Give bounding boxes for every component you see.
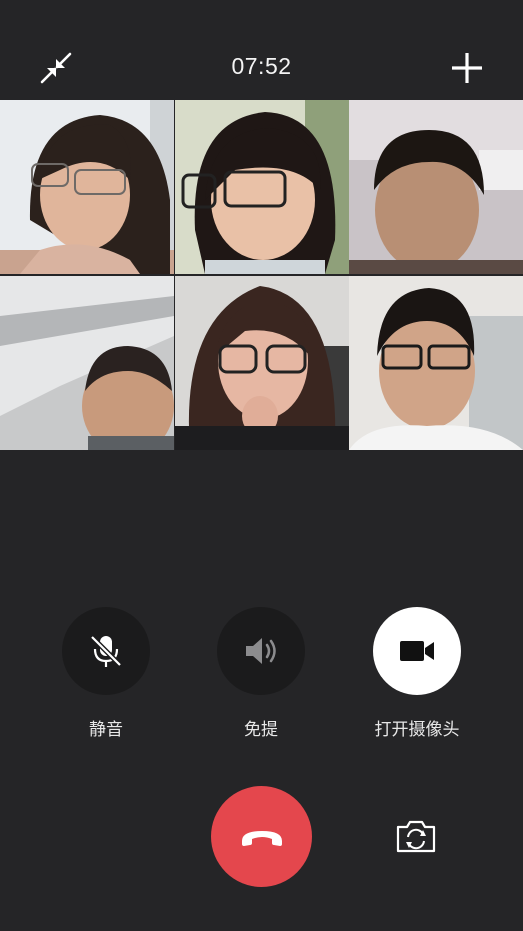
video-tile-participant-6[interactable] [349, 276, 523, 450]
participant-video-5 [175, 276, 349, 450]
participant-video-6 [349, 276, 523, 450]
video-tile-participant-2[interactable] [175, 100, 349, 274]
video-grid [0, 100, 523, 450]
mute-button[interactable] [62, 607, 150, 695]
camera-label: 打开摄像头 [374, 720, 460, 739]
participant-video-3 [349, 100, 523, 274]
speaker-control: 免提 [216, 607, 306, 740]
phone-hangup-icon [241, 830, 282, 846]
mute-label: 静音 [89, 720, 123, 739]
video-tile-participant-1[interactable] [0, 100, 174, 274]
camera-control: 打开摄像头 [372, 607, 462, 740]
speaker-button[interactable] [217, 607, 305, 695]
video-camera-icon [400, 641, 434, 661]
video-tile-participant-3[interactable] [349, 100, 523, 274]
video-tile-participant-4[interactable] [0, 276, 174, 450]
switch-camera-button[interactable] [395, 817, 437, 855]
participant-video-1 [0, 100, 174, 274]
camera-button[interactable] [373, 607, 461, 695]
participant-video-4 [0, 276, 174, 450]
speaker-icon [246, 638, 276, 664]
participant-video-2 [175, 100, 349, 274]
add-participant-button[interactable] [447, 48, 487, 88]
mute-control: 静音 [61, 607, 151, 740]
hangup-button[interactable] [211, 786, 312, 887]
microphone-off-icon [90, 635, 122, 667]
call-duration: 07:52 [231, 53, 292, 79]
video-tile-participant-5[interactable] [175, 276, 349, 450]
camera-switch-icon [396, 820, 436, 853]
plus-icon [452, 53, 482, 83]
top-bar: 07:52 [0, 0, 523, 100]
speaker-label: 免提 [244, 720, 278, 739]
